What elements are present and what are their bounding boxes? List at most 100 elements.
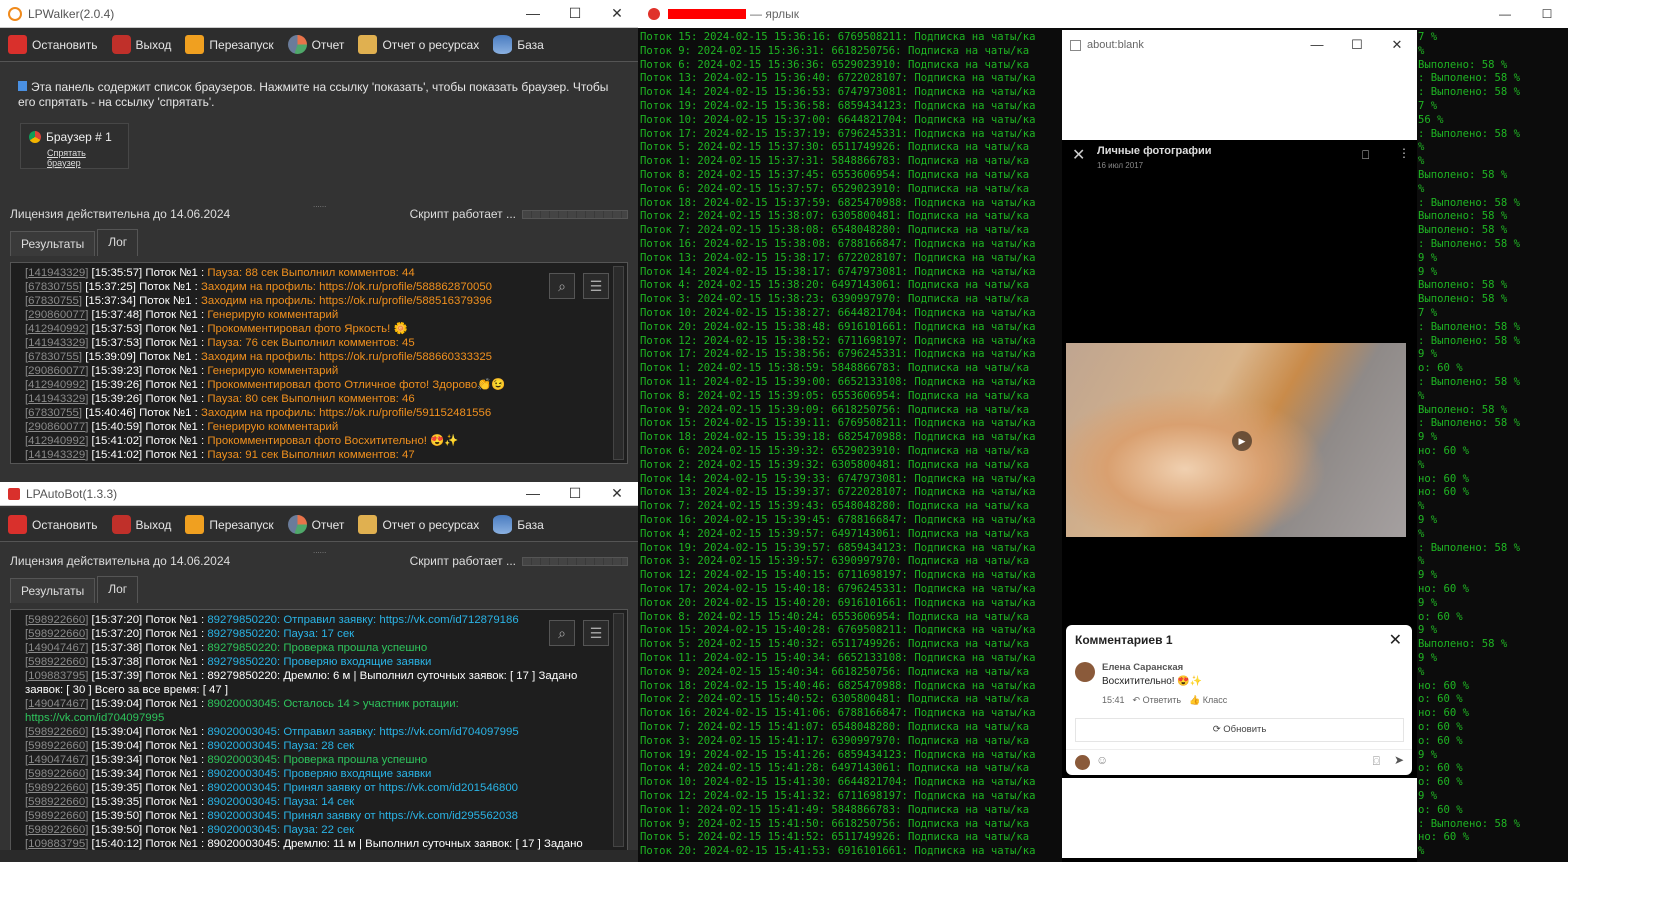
minimize-button[interactable]: — (1484, 7, 1526, 21)
resource-report-button[interactable]: Отчет о ресурсах (358, 515, 479, 534)
console-line-progress: 7 % (1418, 100, 1438, 112)
database-button[interactable]: База (493, 515, 544, 534)
console-line: Поток 16: 2024-02-15 15:41:06: 678816684… (640, 707, 1036, 720)
maximize-button[interactable]: ☐ (554, 485, 596, 502)
log-id-link[interactable]: [290860077] (25, 421, 88, 433)
search-icon[interactable]: ⌕ (549, 273, 575, 299)
log-entry: [598922660] [15:37:20] Поток №1 : 892798… (25, 614, 519, 626)
console-line: Поток 9: 2024-02-15 15:41:50: 6618250756… (640, 817, 1030, 830)
like-button[interactable]: 👍 Класс (1189, 695, 1227, 706)
tab-results[interactable]: Результаты (10, 578, 96, 603)
log-entry: [598922660] [15:39:04] Поток №1 : 890200… (25, 740, 355, 752)
minimize-button[interactable]: — (512, 5, 554, 22)
log-id-link[interactable]: [149047467] (25, 754, 88, 766)
log-entry: [141943329] [15:35:57] Поток №1 : Пауза:… (25, 267, 415, 279)
camera-icon[interactable]: ⌼ (1373, 754, 1380, 769)
console-line: Поток 11: 2024-02-15 15:39:00: 665213310… (640, 376, 1036, 388)
log-id-link[interactable]: [412940992] (25, 379, 88, 391)
refresh-button[interactable]: ⟳ Обновить (1075, 718, 1404, 742)
database-button[interactable]: База (493, 35, 544, 54)
console-line: Поток 17: 2024-02-15 15:38:56: 679624533… (640, 348, 1036, 361)
more-icon[interactable]: ⋮ (1398, 146, 1410, 160)
stop-button[interactable]: Остановить (8, 515, 98, 534)
play-icon[interactable]: ▶ (1232, 431, 1252, 451)
log-id-link[interactable]: [290860077] (25, 309, 88, 321)
hide-browser-link[interactable]: Спрятать браузер (47, 148, 120, 168)
log-id-link[interactable]: [598922660] (25, 614, 88, 626)
log-id-link[interactable]: [141943329] (25, 267, 88, 279)
tab-log[interactable]: Лог (97, 229, 139, 256)
search-icon[interactable]: ⌕ (549, 620, 575, 646)
log-id-link[interactable]: [149047467] (25, 642, 88, 654)
menu-icon[interactable]: ☰ (583, 273, 609, 299)
log-id-link[interactable]: [598922660] (25, 810, 88, 822)
log-id-link[interactable]: [412940992] (25, 435, 88, 447)
log-id-link[interactable]: [141943329] (25, 449, 88, 461)
stop-button[interactable]: Остановить (8, 35, 98, 54)
bookmark-icon[interactable]: ⎕ (1362, 148, 1369, 163)
tab-log[interactable]: Лог (97, 576, 139, 603)
log-id-link[interactable]: [412940992] (25, 323, 88, 335)
exit-button[interactable]: Выход (111, 35, 171, 54)
comment-input[interactable]: ☺ ⌼ ➤ (1066, 749, 1412, 775)
report-button[interactable]: Отчет (287, 515, 344, 534)
minimize-button[interactable]: — (1297, 37, 1337, 53)
log-id-link[interactable]: [67830755] (25, 351, 82, 363)
log-id-link[interactable]: [149047467] (25, 698, 88, 710)
resource-report-button[interactable]: Отчет о ресурсах (358, 35, 479, 54)
log-id-link[interactable]: [109883795] (25, 670, 88, 682)
log-id-link[interactable]: [67830755] (25, 407, 82, 419)
log-id-link[interactable]: [67830755] (25, 281, 82, 293)
console-line-progress: % (1418, 458, 1425, 471)
log-id-link[interactable]: [141943329] (25, 337, 88, 349)
console-line-progress: но: 60 % (1418, 707, 1470, 720)
log-id-link[interactable]: [141943329] (25, 393, 88, 405)
minimize-button[interactable]: — (512, 485, 554, 502)
close-button[interactable]: ✕ (596, 5, 638, 22)
restart-button[interactable]: Перезапуск (185, 35, 274, 54)
avatar (1075, 755, 1090, 770)
log-id-link[interactable]: [598922660] (25, 824, 88, 836)
console-line-progress: 9 % (1418, 348, 1438, 361)
avatar[interactable] (1075, 662, 1095, 682)
report-button[interactable]: Отчет (287, 35, 344, 54)
scrollbar[interactable] (613, 266, 624, 460)
console-line: Поток 4: 2024-02-15 15:38:20: 6497143061… (640, 279, 1030, 292)
exit-button[interactable]: Выход (111, 515, 171, 534)
log-id-link[interactable]: [598922660] (25, 782, 88, 794)
console-line-progress: но: 60 % (1418, 583, 1470, 595)
menu-icon[interactable]: ☰ (583, 620, 609, 646)
close-photo-icon[interactable]: ✕ (1072, 145, 1085, 165)
restart-button[interactable]: Перезапуск (185, 515, 274, 534)
maximize-button[interactable]: ☐ (1337, 37, 1377, 53)
log-entry: [109883795] [15:37:39] Поток №1 : 892798… (25, 670, 578, 696)
tab-results[interactable]: Результаты (10, 231, 96, 256)
console-line-progress: % (1418, 665, 1425, 678)
close-button[interactable]: ✕ (596, 485, 638, 502)
log-id-link[interactable]: [598922660] (25, 628, 88, 640)
maximize-button[interactable]: ☐ (1526, 7, 1568, 21)
close-comments-icon[interactable]: ✕ (1389, 630, 1402, 650)
comment-author[interactable]: Елена Саранская (1102, 662, 1183, 673)
log-id-link[interactable]: [598922660] (25, 726, 88, 738)
log-id-link[interactable]: [598922660] (25, 796, 88, 808)
console-line-progress: : Выполено: 58 % (1418, 417, 1521, 430)
send-icon[interactable]: ➤ (1394, 753, 1404, 767)
scrollbar[interactable] (613, 613, 624, 847)
log-id-link[interactable]: [598922660] (25, 768, 88, 780)
console-line-progress: но: 60 % (1418, 486, 1470, 499)
emoji-icon[interactable]: ☺ (1096, 753, 1108, 767)
reply-button[interactable]: ↶ Ответить (1133, 695, 1182, 706)
close-button[interactable]: ✕ (1377, 37, 1417, 53)
log-entry: [598922660] [15:39:34] Поток №1 : 890200… (25, 768, 432, 780)
console-line: Поток 9: 2024-02-15 15:39:09: 6618250756… (640, 403, 1030, 416)
log-id-link[interactable]: [598922660] (25, 656, 88, 668)
log-id-link[interactable]: [598922660] (25, 740, 88, 752)
maximize-button[interactable]: ☐ (554, 5, 596, 22)
info-text: Эта панель содержит список браузеров. На… (18, 80, 609, 109)
log-id-link[interactable]: [109883795] (25, 838, 88, 850)
log-id-link[interactable]: [67830755] (25, 295, 82, 307)
window-title: LPAutoBot(1.3.3) (26, 486, 118, 501)
status-text: Скрипт работает ... (409, 207, 516, 221)
log-id-link[interactable]: [290860077] (25, 365, 88, 377)
